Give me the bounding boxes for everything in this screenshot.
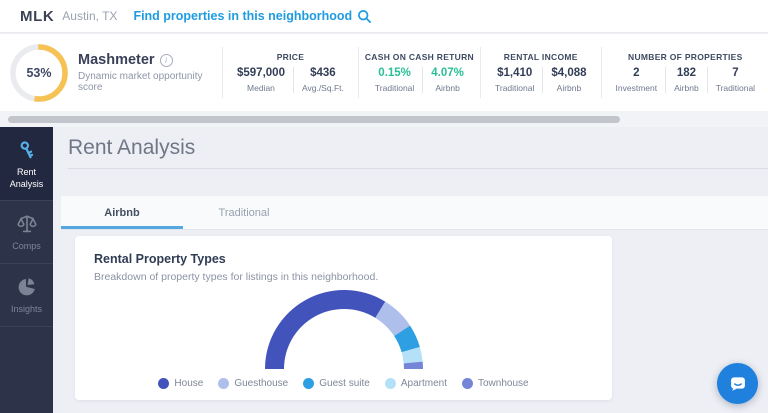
stat-value: 182 <box>677 67 696 79</box>
stat-value: 7 <box>732 67 738 79</box>
sidebar-item-rent-analysis[interactable]: Rent Analysis <box>0 127 53 201</box>
legend-label: House <box>174 378 203 389</box>
legend-dot <box>462 378 473 389</box>
stat-label: Airbnb <box>557 83 582 93</box>
stat-label: Traditional <box>495 83 534 93</box>
legend-item-apartment: Apartment <box>385 378 447 389</box>
neighborhood-location: Austin, TX <box>62 9 117 23</box>
stat-value: 2 <box>633 67 639 79</box>
tab-label: Traditional <box>219 207 270 219</box>
stat-label: Median <box>247 83 275 93</box>
app-window: MLK Austin, TX Find properties in this n… <box>0 0 768 413</box>
top-bar: MLK Austin, TX Find properties in this n… <box>0 0 768 33</box>
key-icon <box>16 138 38 162</box>
sidebar: Rent Analysis Comps <box>0 127 53 413</box>
legend-dot <box>303 378 314 389</box>
legend-item-guesthouse: Guesthouse <box>218 378 288 389</box>
stats-bar: 53% Mashmeter i Dynamic market opportuni… <box>0 34 768 111</box>
stat-group-rental-income: RENTAL INCOME $1,410 Traditional $4,088 Ai… <box>481 34 601 111</box>
sidebar-item-label: Rent Analysis <box>2 167 51 190</box>
rental-property-types-card: Rental Property Types Breakdown of prope… <box>75 236 612 400</box>
stat-value: $436 <box>310 67 336 79</box>
balance-scale-icon <box>15 212 39 236</box>
stat-group-label: PRICE <box>277 52 304 62</box>
stat-label: Avg./Sq.Ft. <box>302 83 344 93</box>
sidebar-item-label: Comps <box>12 241 41 253</box>
tab-label: Airbnb <box>104 207 139 219</box>
legend-dot <box>385 378 396 389</box>
mashmeter-title: Mashmeter <box>78 52 155 68</box>
stat-label: Traditional <box>375 83 414 93</box>
card-title: Rental Property Types <box>94 252 593 266</box>
stat-group-cash-on-cash: CASH ON CASH RETURN 0.15% Traditional 4.0… <box>359 34 480 111</box>
stats-scrollbar-thumb[interactable] <box>8 116 620 123</box>
legend-label: Apartment <box>401 378 447 389</box>
sidebar-item-comps[interactable]: Comps <box>0 201 53 264</box>
sidebar-item-insights[interactable]: Insights <box>0 264 53 327</box>
mashmeter-gauge: 53% <box>10 44 68 102</box>
legend-dot <box>158 378 169 389</box>
tab-traditional[interactable]: Traditional <box>183 196 305 229</box>
stat-label: Airbnb <box>674 83 699 93</box>
property-types-half-donut-chart <box>244 288 444 372</box>
stat-group-price: PRICE $597,000 Median $436 Avg./Sq.Ft. <box>223 34 358 111</box>
active-tab-underline <box>61 226 183 229</box>
sidebar-item-label: Insights <box>11 304 42 316</box>
legend-item-house: House <box>158 378 203 389</box>
legend-label: Townhouse <box>478 378 529 389</box>
search-icon <box>357 9 372 24</box>
tab-bar: Airbnb Traditional <box>61 196 768 229</box>
stats-scrollbar-track <box>0 111 768 127</box>
title-divider <box>68 168 768 169</box>
stat-value: 0.15% <box>378 67 411 79</box>
stat-value: $1,410 <box>497 67 532 79</box>
chat-bubble-icon <box>727 373 749 395</box>
pie-chart-icon <box>15 275 39 299</box>
page-title: Rent Analysis <box>68 136 195 160</box>
stat-value: $4,088 <box>551 67 586 79</box>
stat-group-label: CASH ON CASH RETURN <box>365 52 474 62</box>
stat-label: Investment <box>616 83 658 93</box>
mashmeter-score: 53% <box>10 44 68 102</box>
stat-label: Traditional <box>716 83 755 93</box>
stat-value: 4.07% <box>431 67 464 79</box>
find-properties-link[interactable]: Find properties in this neighborhood <box>133 9 372 24</box>
tab-airbnb[interactable]: Airbnb <box>61 196 183 229</box>
mashmeter-subtitle: Dynamic market opportunity score <box>78 71 222 93</box>
find-properties-label: Find properties in this neighborhood <box>133 9 352 23</box>
stat-value: $597,000 <box>237 67 285 79</box>
legend-label: Guest suite <box>319 378 370 389</box>
chart-legend: House Guesthouse Guest suite Apartment Townh… <box>94 378 593 389</box>
stat-group-number-of-properties: NUMBER OF PROPERTIES 2 Investment 182 Airb… <box>602 34 768 111</box>
info-icon[interactable]: i <box>160 54 173 67</box>
stat-group-label: NUMBER OF PROPERTIES <box>628 52 743 62</box>
donut-segment-house <box>265 290 385 369</box>
mashmeter-section: 53% Mashmeter i Dynamic market opportuni… <box>0 34 222 111</box>
legend-item-guest-suite: Guest suite <box>303 378 370 389</box>
card-subtitle: Breakdown of property types for listings… <box>94 271 593 283</box>
stat-group-label: RENTAL INCOME <box>504 52 578 62</box>
stat-label: Airbnb <box>435 83 460 93</box>
neighborhood-name: MLK <box>20 8 54 25</box>
legend-item-townhouse: Townhouse <box>462 378 529 389</box>
main-content: Rent Analysis Airbnb Traditional Rental … <box>53 127 768 413</box>
legend-dot <box>218 378 229 389</box>
chat-button[interactable] <box>717 363 758 404</box>
legend-label: Guesthouse <box>234 378 288 389</box>
